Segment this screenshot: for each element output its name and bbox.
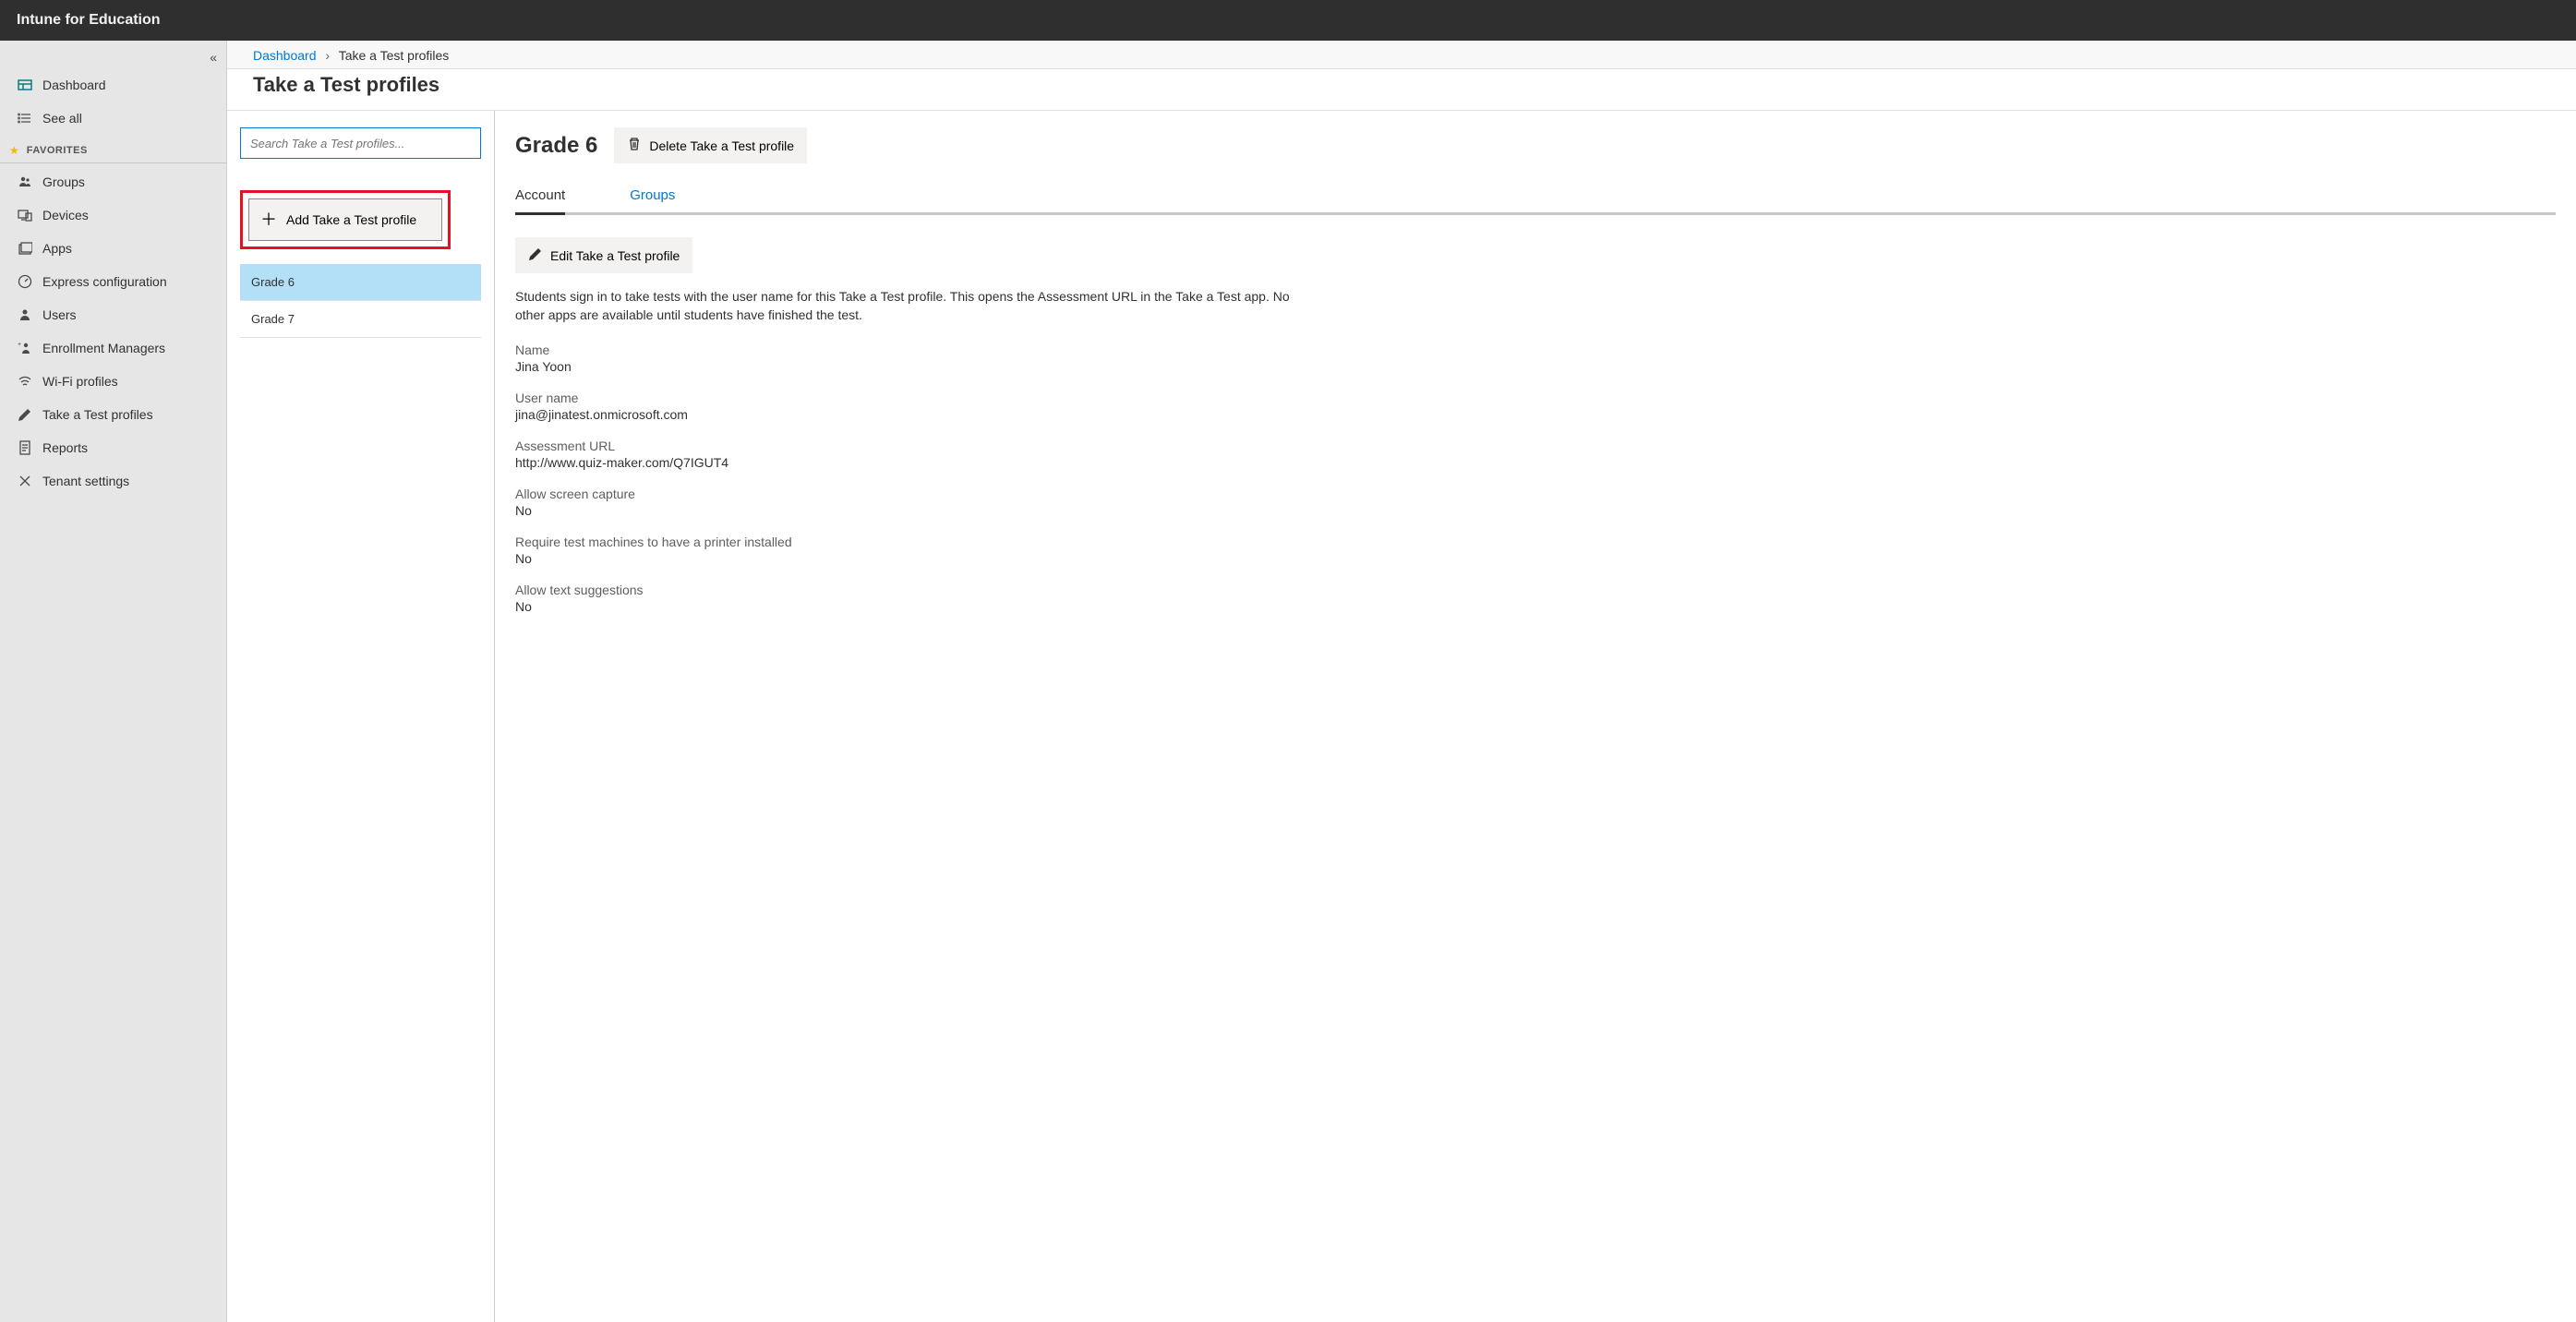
detail-title: Grade 6 bbox=[515, 133, 597, 159]
highlight-annotation: ＋ Add Take a Test profile bbox=[240, 190, 451, 249]
wifi-icon bbox=[17, 373, 33, 390]
detail-pane: Grade 6 Delete Take a Test profile Accou… bbox=[495, 111, 2576, 1322]
sidebar-item-see-all[interactable]: See all bbox=[0, 102, 226, 135]
sidebar-collapse-button[interactable]: « bbox=[210, 50, 217, 65]
sidebar-item-take-a-test-profiles[interactable]: Take a Test profiles bbox=[0, 398, 226, 431]
pencil-icon bbox=[17, 406, 33, 423]
sidebar-item-groups[interactable]: Groups bbox=[0, 165, 226, 198]
sidebar-item-label: Devices bbox=[42, 208, 89, 222]
enrollment-managers-icon: + bbox=[17, 340, 33, 356]
sidebar-item-label: Wi-Fi profiles bbox=[42, 374, 118, 389]
user-icon bbox=[17, 306, 33, 323]
sidebar-favorites-header: ★ FAVORITES bbox=[0, 135, 226, 163]
sidebar-item-label: Apps bbox=[42, 241, 72, 256]
field-value: Jina Yoon bbox=[515, 359, 2556, 374]
apps-icon bbox=[17, 240, 33, 257]
sidebar-item-devices[interactable]: Devices bbox=[0, 198, 226, 232]
tab-label: Account bbox=[515, 187, 565, 203]
sidebar-item-label: Take a Test profiles bbox=[42, 407, 153, 422]
trash-icon bbox=[627, 137, 642, 154]
delete-button-label: Delete Take a Test profile bbox=[649, 138, 794, 153]
sidebar-item-label: Dashboard bbox=[42, 78, 106, 92]
detail-header: Grade 6 Delete Take a Test profile bbox=[515, 127, 2556, 163]
svg-text:+: + bbox=[18, 342, 21, 348]
profile-item-label: Grade 6 bbox=[251, 275, 295, 289]
field-assessment-url: Assessment URL http://www.quiz-maker.com… bbox=[515, 439, 2556, 470]
star-icon: ★ bbox=[9, 144, 19, 157]
sidebar-item-express-configuration[interactable]: Express configuration bbox=[0, 265, 226, 298]
columns: ＋ Add Take a Test profile Grade 6 Grade … bbox=[227, 111, 2576, 1322]
field-value: http://www.quiz-maker.com/Q7IGUT4 bbox=[515, 455, 2556, 470]
sidebar-item-label: Express configuration bbox=[42, 274, 167, 289]
sidebar-item-tenant-settings[interactable]: Tenant settings bbox=[0, 464, 226, 498]
breadcrumb-current: Take a Test profiles bbox=[339, 48, 450, 63]
add-button-label: Add Take a Test profile bbox=[286, 212, 416, 227]
field-value: No bbox=[515, 503, 2556, 518]
sidebar: « Dashboard See all ★ FAVORITES Groups bbox=[0, 41, 227, 1322]
dashboard-icon bbox=[17, 77, 33, 93]
plus-icon: ＋ bbox=[260, 211, 277, 228]
tab-label: Groups bbox=[630, 187, 675, 203]
breadcrumb: Dashboard › Take a Test profiles bbox=[227, 41, 2576, 69]
field-label: Assessment URL bbox=[515, 439, 2556, 453]
sidebar-item-label: See all bbox=[42, 111, 82, 126]
field-value: No bbox=[515, 551, 2556, 566]
sidebar-item-label: Groups bbox=[42, 174, 85, 189]
page-title: Take a Test profiles bbox=[253, 73, 2550, 97]
breadcrumb-dashboard-link[interactable]: Dashboard bbox=[253, 48, 317, 63]
groups-icon bbox=[17, 174, 33, 190]
profile-item-grade-6[interactable]: Grade 6 bbox=[240, 264, 481, 301]
content: Dashboard › Take a Test profiles Take a … bbox=[227, 41, 2576, 1322]
field-username: User name jina@jinatest.onmicrosoft.com bbox=[515, 391, 2556, 422]
field-value: jina@jinatest.onmicrosoft.com bbox=[515, 407, 2556, 422]
sidebar-item-apps[interactable]: Apps bbox=[0, 232, 226, 265]
field-screen-capture: Allow screen capture No bbox=[515, 487, 2556, 518]
field-label: Allow text suggestions bbox=[515, 583, 2556, 597]
search-input[interactable] bbox=[240, 127, 481, 159]
field-printer: Require test machines to have a printer … bbox=[515, 535, 2556, 566]
description-text: Students sign in to take tests with the … bbox=[515, 288, 1300, 324]
field-label: User name bbox=[515, 391, 2556, 405]
field-value: No bbox=[515, 599, 2556, 614]
tab-groups[interactable]: Groups bbox=[630, 182, 675, 215]
sidebar-item-enrollment-managers[interactable]: + Enrollment Managers bbox=[0, 331, 226, 365]
reports-icon bbox=[17, 439, 33, 456]
favorites-label: FAVORITES bbox=[27, 145, 88, 156]
sidebar-item-reports[interactable]: Reports bbox=[0, 431, 226, 464]
gauge-icon bbox=[17, 273, 33, 290]
profile-list: Grade 6 Grade 7 bbox=[240, 264, 481, 338]
field-name: Name Jina Yoon bbox=[515, 343, 2556, 374]
field-label: Name bbox=[515, 343, 2556, 357]
sidebar-item-label: Enrollment Managers bbox=[42, 341, 165, 355]
profile-list-pane: ＋ Add Take a Test profile Grade 6 Grade … bbox=[227, 111, 495, 1322]
detail-body: Edit Take a Test profile Students sign i… bbox=[515, 237, 2556, 614]
tools-icon bbox=[17, 473, 33, 489]
chevron-right-icon: › bbox=[325, 48, 330, 63]
sidebar-item-label: Tenant settings bbox=[42, 474, 129, 488]
delete-profile-button[interactable]: Delete Take a Test profile bbox=[614, 127, 807, 163]
page-header: Take a Test profiles bbox=[227, 69, 2576, 111]
edit-profile-button[interactable]: Edit Take a Test profile bbox=[515, 237, 692, 273]
field-label: Allow screen capture bbox=[515, 487, 2556, 501]
list-icon bbox=[17, 110, 33, 126]
sidebar-item-users[interactable]: Users bbox=[0, 298, 226, 331]
sidebar-item-label: Reports bbox=[42, 440, 88, 455]
field-label: Require test machines to have a printer … bbox=[515, 535, 2556, 549]
top-bar: Intune for Education bbox=[0, 0, 2576, 41]
sidebar-item-label: Users bbox=[42, 307, 77, 322]
pencil-icon bbox=[528, 246, 543, 264]
sidebar-item-wifi-profiles[interactable]: Wi-Fi profiles bbox=[0, 365, 226, 398]
field-text-suggestions: Allow text suggestions No bbox=[515, 583, 2556, 614]
tabs: Account Groups bbox=[515, 182, 2556, 215]
profile-item-grade-7[interactable]: Grade 7 bbox=[240, 301, 481, 338]
sidebar-item-dashboard[interactable]: Dashboard bbox=[0, 68, 226, 102]
tab-account[interactable]: Account bbox=[515, 182, 565, 215]
layout: « Dashboard See all ★ FAVORITES Groups bbox=[0, 41, 2576, 1322]
profile-item-label: Grade 7 bbox=[251, 312, 295, 326]
add-take-a-test-profile-button[interactable]: ＋ Add Take a Test profile bbox=[248, 198, 442, 241]
edit-button-label: Edit Take a Test profile bbox=[550, 248, 680, 263]
devices-icon bbox=[17, 207, 33, 223]
app-title: Intune for Education bbox=[17, 12, 161, 29]
